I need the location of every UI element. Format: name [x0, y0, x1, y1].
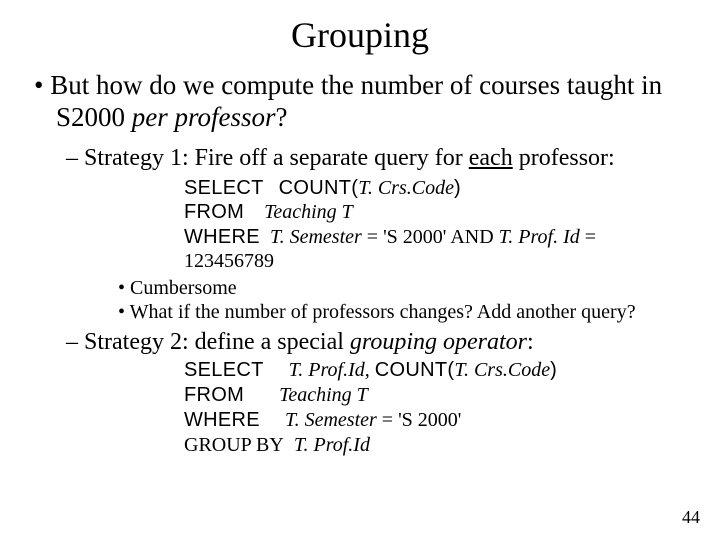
bullet-main-text-c: ?	[276, 102, 288, 132]
strategy-1-text-a: Strategy 1: Fire off a separate query fo…	[84, 145, 469, 171]
where-a-2: T. Semester	[285, 409, 377, 431]
sql2-line2: FROM Teaching T	[184, 383, 686, 408]
sql2-line3: WHERE T. Semester = 'S 2000'	[184, 408, 686, 433]
slide-number: 44	[682, 507, 700, 528]
from-kw-2: FROM	[184, 384, 244, 406]
where-kw: WHERE	[184, 226, 260, 248]
count-kw-2: COUNT(	[375, 359, 455, 381]
select-arg-a: T. Prof.Id	[289, 359, 365, 381]
bullet-main: But how do we compute the number of cour…	[34, 70, 686, 134]
count-kw: COUNT(	[279, 177, 359, 199]
strategy-2-text-c: :	[527, 329, 534, 355]
strategy-1: Strategy 1: Fire off a separate query fo…	[66, 144, 686, 172]
sql1-line2: FROM Teaching T	[184, 200, 686, 224]
groupby-arg: T. Prof.Id	[294, 434, 370, 456]
sql1-line3: WHERE T. Semester = 'S 2000' AND T. Prof…	[184, 225, 686, 274]
from-kw: FROM	[184, 201, 244, 223]
count-arg-2: T. Crs.Code	[454, 359, 550, 381]
strategy-2-text-a: Strategy 2: define a special	[84, 329, 350, 355]
sql-block-1: SELECT COUNT(T. Crs.Code) FROM Teaching …	[184, 176, 686, 274]
strategy-2: Strategy 2: define a special grouping op…	[66, 328, 686, 356]
select-comma: ,	[365, 359, 375, 381]
select-kw: SELECT	[184, 177, 264, 199]
strategy-1-each: each	[469, 145, 513, 171]
groupby-kw: GROUP BY	[184, 434, 284, 456]
sql-block-2: SELECT T. Prof.Id, COUNT(T. Crs.Code) FR…	[184, 358, 686, 458]
bullet-main-text-b: per professor	[132, 102, 276, 132]
where-b: T. Prof. Id	[494, 226, 580, 248]
count-arg: T. Crs.Code	[358, 177, 454, 199]
slide: Grouping But how do we compute the numbe…	[0, 0, 720, 540]
sql1-line1: SELECT COUNT(T. Crs.Code)	[184, 176, 686, 200]
sub-bullet-1: Cumbersome	[118, 276, 686, 300]
count-close-2: )	[550, 359, 557, 381]
sql2-line4: GROUP BY T. Prof.Id	[184, 433, 686, 458]
slide-title: Grouping	[34, 14, 686, 56]
where-a: T. Semester	[270, 226, 362, 248]
count-close: )	[454, 177, 461, 199]
sql2-line1: SELECT T. Prof.Id, COUNT(T. Crs.Code)	[184, 358, 686, 383]
where-eq-2: = 'S 2000'	[377, 409, 462, 431]
sub-bullet-2: What if the number of professors changes…	[118, 300, 686, 324]
grouping-operator: grouping operator	[350, 329, 527, 355]
strategy-1-text-c: professor:	[513, 145, 615, 171]
select-kw-2: SELECT	[184, 359, 264, 381]
from-arg: Teaching T	[264, 201, 353, 223]
and-kw: AND	[450, 226, 493, 248]
from-arg-2: Teaching T	[279, 384, 368, 406]
where-kw-2: WHERE	[184, 409, 260, 431]
where-eq: = 'S 2000'	[362, 226, 451, 248]
